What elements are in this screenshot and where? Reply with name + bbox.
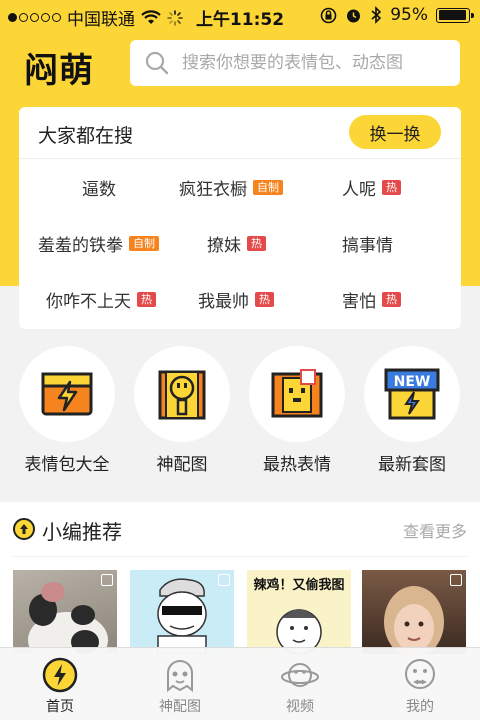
hot-keyword[interactable]: 搞事情 bbox=[342, 231, 393, 256]
category-circle bbox=[249, 346, 345, 442]
hot-keyword[interactable]: 逼数 bbox=[82, 175, 116, 200]
meme-caption: 辣鸡！又偷我图 bbox=[253, 578, 345, 593]
hot-keyword[interactable]: 羞羞的铁拳 自制 bbox=[38, 231, 159, 256]
lightning-box-icon bbox=[41, 372, 93, 416]
tab-label: 神配图 bbox=[159, 699, 201, 715]
gif-badge-icon bbox=[450, 574, 462, 586]
keyword-text: 撩妹 bbox=[207, 236, 241, 256]
hot-keyword[interactable]: 撩妹热 bbox=[207, 231, 266, 256]
search-icon bbox=[145, 51, 169, 75]
panda-thumb[interactable] bbox=[13, 570, 117, 654]
battery-level bbox=[438, 10, 467, 20]
up-arrow-icon bbox=[13, 518, 35, 540]
category-label: 最新套图 bbox=[378, 455, 446, 475]
category-circle bbox=[134, 346, 230, 442]
tab-god-pics[interactable]: 神配图 bbox=[120, 648, 240, 720]
keyword-text: 疯狂衣橱 bbox=[179, 180, 247, 200]
sunglasses-meme-thumb[interactable] bbox=[130, 570, 234, 654]
hot-keyword[interactable]: 疯狂衣橱 自制 bbox=[179, 175, 283, 200]
tab-label: 我的 bbox=[406, 699, 434, 715]
hot-tag: 热 bbox=[382, 292, 401, 307]
hot-search-card: 大家都在搜 换一换 逼数 疯狂衣橱 自制 人呢热羞羞的铁拳 自制 撩妹热搞事情 你咋不上天热… bbox=[19, 107, 461, 329]
alarm-icon bbox=[347, 9, 361, 22]
planet-icon bbox=[281, 663, 319, 687]
hot-keyword[interactable]: 你咋不上天热 bbox=[46, 287, 156, 312]
tab-me[interactable]: 我的 bbox=[360, 648, 480, 720]
recommend-title: 小编推荐 bbox=[42, 520, 122, 544]
category-circle bbox=[19, 346, 115, 442]
hot-keyword[interactable]: 害怕热 bbox=[342, 287, 401, 312]
hot-face-icon bbox=[271, 369, 323, 418]
keyword-text: 人呢 bbox=[342, 180, 376, 200]
category-row: 表情包大全 神配图 最热表情 NEW 最新套图 bbox=[0, 346, 480, 480]
card-divider bbox=[19, 158, 461, 159]
keyword-text: 逼数 bbox=[82, 180, 116, 200]
battery-icon bbox=[436, 7, 474, 23]
keyword-text: 害怕 bbox=[342, 292, 376, 312]
tab-label: 首页 bbox=[46, 699, 74, 715]
category-god-pics[interactable]: 神配图 bbox=[124, 346, 240, 475]
bowtie-face-icon bbox=[405, 659, 435, 689]
hot-keyword[interactable]: 我最帅热 bbox=[198, 287, 274, 312]
ghost-face-icon bbox=[167, 660, 193, 693]
hot-tag: 热 bbox=[137, 292, 156, 307]
category-newest[interactable]: NEW 最新套图 bbox=[354, 346, 470, 475]
original-tag: 自制 bbox=[253, 180, 283, 195]
hot-tag: 热 bbox=[255, 292, 274, 307]
original-tag: 自制 bbox=[129, 236, 159, 251]
gif-badge-icon bbox=[101, 574, 113, 586]
hot-tag: 热 bbox=[382, 180, 401, 195]
category-label: 表情包大全 bbox=[24, 455, 110, 475]
new-box-icon: NEW bbox=[384, 368, 440, 420]
category-circle: NEW bbox=[364, 346, 460, 442]
category-label: 最热表情 bbox=[263, 455, 331, 475]
keyword-text: 搞事情 bbox=[342, 236, 393, 256]
keyword-text: 你咋不上天 bbox=[46, 292, 131, 312]
refresh-button[interactable]: 换一换 bbox=[349, 115, 441, 149]
tab-label: 视频 bbox=[286, 699, 314, 715]
battery-percent: 95% bbox=[390, 5, 428, 25]
hot-keyword[interactable]: 人呢热 bbox=[342, 175, 401, 200]
svg-text:NEW: NEW bbox=[394, 374, 431, 390]
keyword-text: 我最帅 bbox=[198, 292, 249, 312]
face-frame-icon bbox=[158, 370, 206, 420]
tab-home[interactable]: 首页 bbox=[0, 648, 120, 720]
search-input[interactable] bbox=[182, 53, 452, 73]
keyword-text: 羞羞的铁拳 bbox=[38, 236, 123, 256]
orientation-lock-icon bbox=[320, 7, 337, 23]
gif-badge-icon bbox=[218, 574, 230, 586]
category-label: 神配图 bbox=[156, 455, 208, 475]
recommend-divider bbox=[13, 556, 467, 557]
status-bar: 中国联通 上午11:52 95% bbox=[0, 0, 480, 32]
category-hottest[interactable]: 最热表情 bbox=[239, 346, 355, 475]
tab-video[interactable]: 视频 bbox=[240, 648, 360, 720]
recommend-section: 小编推荐 查看更多 辣鸡！又偷我图 bbox=[0, 502, 480, 654]
hot-search-title: 大家都在搜 bbox=[38, 125, 134, 147]
lightning-home-icon bbox=[42, 657, 78, 693]
girl-photo-thumb[interactable] bbox=[362, 570, 466, 654]
bluetooth-icon bbox=[371, 6, 382, 24]
category-meme-collection[interactable]: 表情包大全 bbox=[9, 346, 125, 475]
status-right: 95% bbox=[320, 5, 474, 25]
see-more-link[interactable]: 查看更多 bbox=[403, 518, 467, 542]
app-logo: 闷萌 bbox=[24, 51, 94, 91]
chicken-meme-thumb[interactable]: 辣鸡！又偷我图 bbox=[247, 570, 351, 654]
hot-tag: 热 bbox=[247, 236, 266, 251]
search-bar[interactable] bbox=[130, 40, 460, 86]
tab-bar: 首页 神配图 视频 我的 bbox=[0, 647, 480, 720]
